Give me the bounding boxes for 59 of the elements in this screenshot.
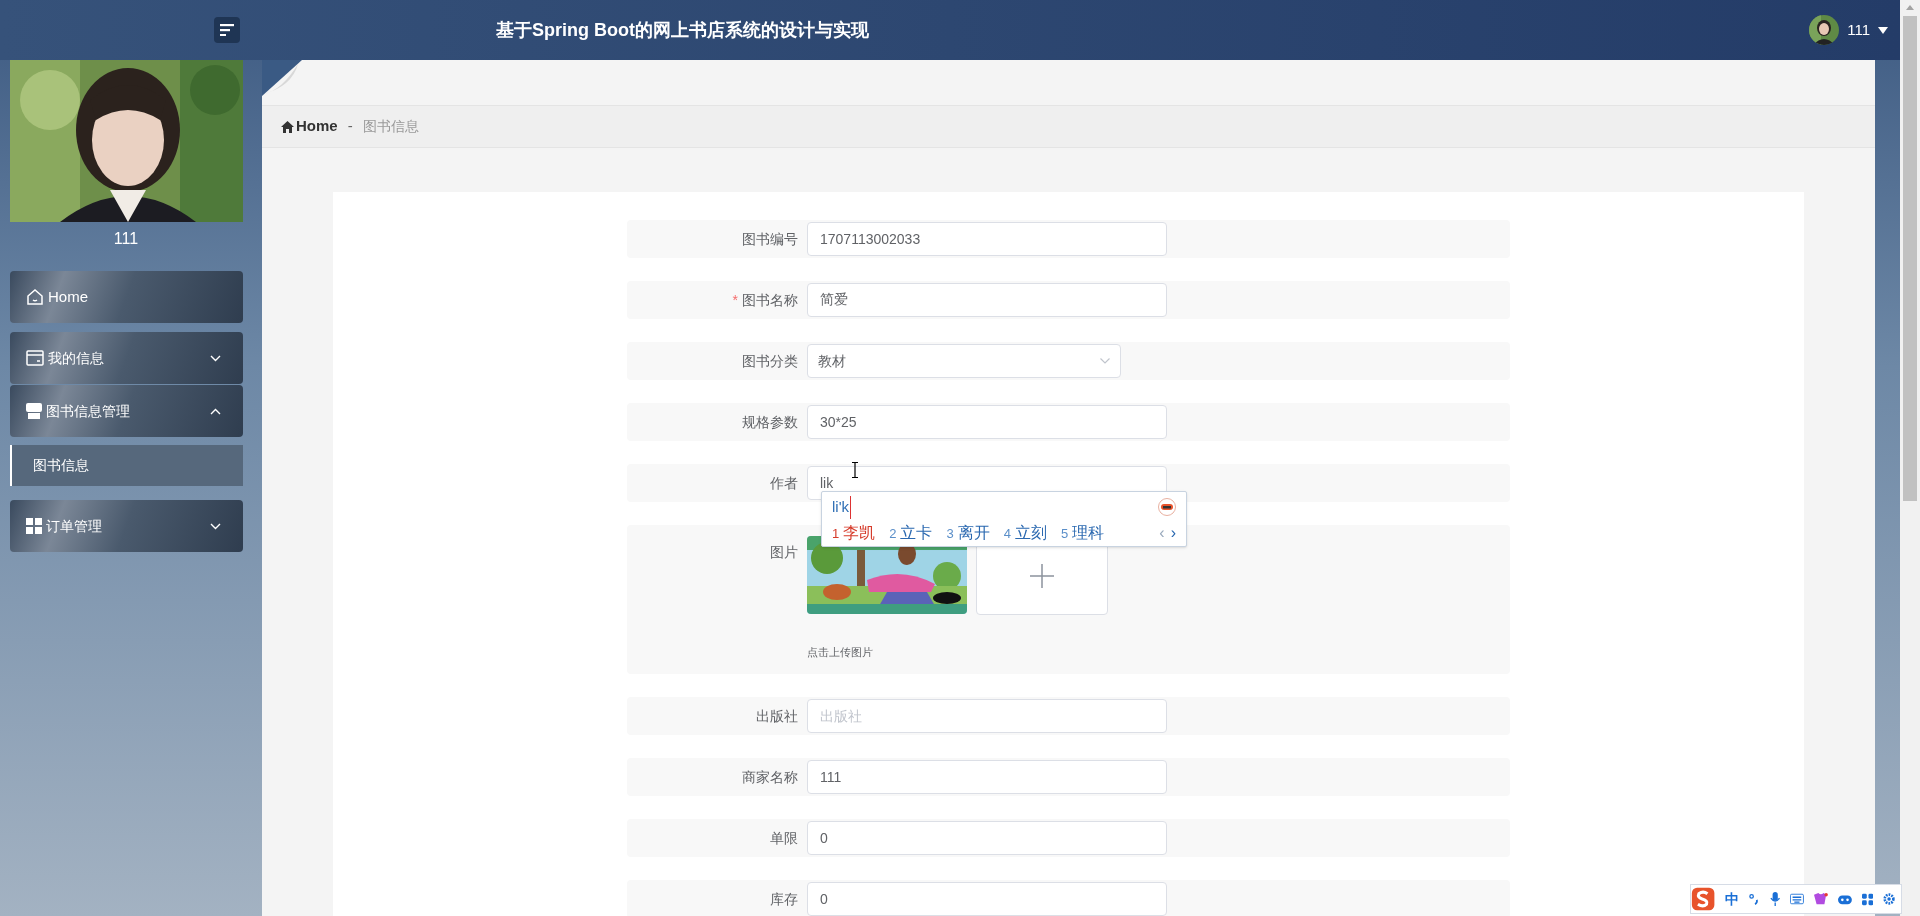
input-field[interactable]: 简爱 xyxy=(807,283,1167,317)
app-title: 基于Spring Boot的网上书店系统的设计与实现 xyxy=(496,18,869,42)
field-label: 库存 xyxy=(770,889,798,909)
menu-toggle-button[interactable] xyxy=(214,17,240,43)
input-field[interactable]: 0 xyxy=(807,821,1167,855)
menu-item[interactable]: Home xyxy=(10,271,243,323)
input-field[interactable]: 1707113002033 xyxy=(807,222,1167,256)
submenu-item[interactable]: 图书信息 xyxy=(10,445,243,486)
wallet-icon xyxy=(26,350,44,366)
field-label: 单限 xyxy=(770,828,798,848)
breadcrumb-current: 图书信息 xyxy=(362,117,419,136)
logo-icon[interactable] xyxy=(1691,885,1716,913)
menu-item[interactable]: 我的信息 xyxy=(10,332,243,384)
text-cursor-icon xyxy=(851,462,859,478)
field-label: 作者 xyxy=(770,473,798,493)
input-field[interactable]: 111 xyxy=(807,760,1167,794)
select-field[interactable]: 教材 xyxy=(807,344,1121,378)
menu-icon xyxy=(220,24,234,36)
field-label: 图片 xyxy=(770,543,798,562)
settings-icon[interactable] xyxy=(1882,892,1895,906)
chevron-icon xyxy=(1100,358,1110,364)
field-label: 规格参数 xyxy=(742,412,798,432)
ime-next-page-button[interactable]: › xyxy=(1170,520,1176,545)
punctuation-icon[interactable] xyxy=(1749,893,1760,905)
upload-hint: 点击上传图片 xyxy=(807,645,874,660)
home-icon[interactable] xyxy=(281,120,294,133)
ime-candidate[interactable]: 1 李凯 xyxy=(832,520,876,545)
user-name[interactable]: 111 xyxy=(1847,18,1870,42)
input-field[interactable]: 30*25 xyxy=(807,405,1167,439)
scrollbar-thumb[interactable] xyxy=(1903,16,1917,501)
input-field[interactable]: 0 xyxy=(807,882,1167,916)
user-name: 111 xyxy=(113,229,139,249)
ime-candidate[interactable]: 4 立刻 xyxy=(1003,520,1047,545)
apps-icon[interactable] xyxy=(1861,892,1873,906)
menu-item[interactable]: 图书信息管理 xyxy=(10,385,243,437)
input-mode-toggle[interactable]: 中 xyxy=(1725,888,1740,910)
field-label: 出版社 xyxy=(756,706,798,726)
grid-icon xyxy=(26,518,42,534)
ime-candidate[interactable]: 2 立卡 xyxy=(889,520,933,545)
user-avatar[interactable] xyxy=(1809,15,1840,45)
input-field[interactable]: 出版社 xyxy=(807,699,1167,733)
home-icon xyxy=(26,288,44,306)
field-label: 图书名称 xyxy=(742,290,798,310)
breadcrumb-separator: - xyxy=(347,116,353,137)
keyboard-icon[interactable] xyxy=(1790,893,1804,905)
menu-item[interactable]: 订单管理 xyxy=(10,500,243,552)
ime-candidate[interactable]: 3 离开 xyxy=(946,520,990,545)
scrollbar[interactable] xyxy=(1900,0,1920,916)
microphone-icon[interactable] xyxy=(1769,891,1781,907)
plus-icon xyxy=(1030,563,1054,588)
breadcrumb-link[interactable]: Home xyxy=(296,115,338,138)
page-curl-drawing xyxy=(262,60,302,96)
caret-icon[interactable] xyxy=(1878,26,1888,34)
ime-composition: li'k xyxy=(832,496,852,519)
field-label: 图书分类 xyxy=(742,351,798,371)
required-mark: * xyxy=(732,290,738,310)
field-label: 图书编号 xyxy=(742,229,798,249)
field-label: 商家名称 xyxy=(742,767,798,787)
ime-candidate[interactable]: 5 理科 xyxy=(1060,520,1105,545)
